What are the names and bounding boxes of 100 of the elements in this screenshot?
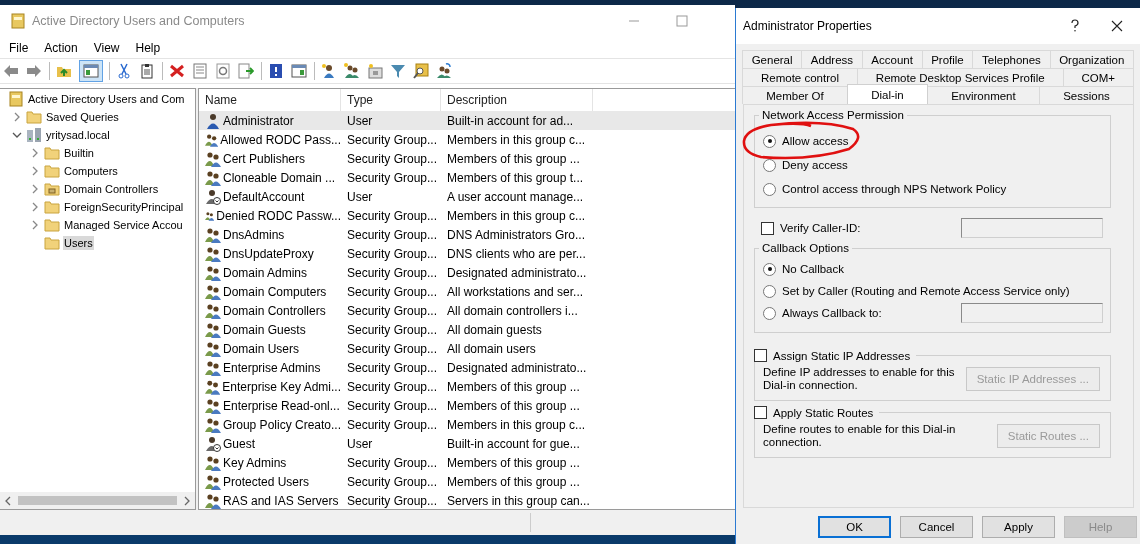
option-label[interactable]: Deny access	[782, 159, 848, 171]
option-label[interactable]: Set by Caller (Routing and Remote Access Service only)	[782, 285, 1070, 297]
description-text: All domain guests	[446, 322, 543, 337]
menu-item[interactable]: Action	[36, 38, 86, 57]
tree-item[interactable]: ForeignSecurityPrincipal	[63, 200, 185, 214]
group-title: Callback Options	[761, 242, 850, 254]
maximize-icon[interactable]	[676, 15, 688, 27]
table-row[interactable]: DnsAdmins Security Group... DNS Administrators Gro...	[199, 225, 735, 244]
panel-icon[interactable]	[291, 63, 308, 79]
arrow-left-icon[interactable]	[3, 63, 20, 79]
tree-item[interactable]: yritysad.local	[45, 128, 111, 142]
table-row[interactable]: Domain Computers Security Group... All workstations and ser...	[199, 282, 735, 301]
dialog-title: Administrator Properties	[743, 19, 872, 33]
type-text: Security Group...	[346, 322, 439, 337]
table-row[interactable]: Allowed RODC Pass... Security Group... Members in this group c...	[199, 130, 735, 149]
scissors-icon[interactable]	[116, 63, 133, 79]
type-text: Security Group...	[346, 360, 439, 375]
document-icon[interactable]	[192, 63, 209, 79]
type-text: Security Group...	[346, 208, 439, 223]
description-text: Designated administrato...	[446, 265, 588, 280]
tree-item[interactable]: Active Directory Users and Com	[27, 92, 186, 106]
tab[interactable]: Telephones	[972, 50, 1051, 68]
tree-item[interactable]: Computers	[63, 164, 119, 178]
table-row[interactable]: Protected Users Security Group... Members of this group ...	[199, 472, 735, 491]
tab[interactable]: General	[742, 50, 803, 68]
folder-icon	[44, 163, 60, 179]
scroll-right-icon[interactable]	[183, 495, 191, 506]
filter-icon[interactable]	[390, 63, 407, 79]
table-row[interactable]: Denied RODC Passw... Security Group... Members in this group c...	[199, 206, 735, 225]
checkbox-label[interactable]: Assign Static IP Addresses	[773, 349, 911, 362]
table-row[interactable]: Domain Admins Security Group... Designated administrato...	[199, 263, 735, 282]
clipboard-icon[interactable]	[139, 63, 156, 79]
table-row[interactable]: Enterprise Read-onl... Security Group... Members of this group ...	[199, 396, 735, 415]
option-label[interactable]: No Callback	[782, 263, 844, 275]
find-icon[interactable]	[413, 63, 430, 79]
help-book-icon[interactable]	[268, 63, 285, 79]
radio-button[interactable]	[763, 134, 776, 148]
table-row[interactable]: Group Policy Creato... Security Group... Members in this group c...	[199, 415, 735, 434]
table-row[interactable]: DnsUpdateProxy Security Group... DNS clients who are per...	[199, 244, 735, 263]
tree-item[interactable]: Builtin	[63, 146, 95, 160]
name-text: Allowed RODC Pass...	[220, 132, 341, 147]
arrow-right-icon[interactable]	[26, 63, 43, 79]
radio-button[interactable]	[763, 284, 776, 298]
group-icon	[205, 340, 221, 357]
table-row[interactable]: Cloneable Domain ... Security Group... Members of this group t...	[199, 168, 735, 187]
tree-item[interactable]: Domain Controllers	[63, 182, 160, 196]
tree-item[interactable]: Managed Service Accou	[63, 218, 184, 232]
table-row[interactable]: RAS and IAS Servers Security Group... Servers in this group can...	[199, 491, 735, 509]
menu-item[interactable]: File	[1, 38, 37, 57]
radio-button[interactable]	[763, 262, 776, 276]
group-icon	[205, 245, 221, 262]
name-text: Cloneable Domain ...	[223, 170, 336, 185]
dialog-button[interactable]: OK	[818, 516, 891, 538]
description-text: All domain users	[446, 341, 537, 356]
table-row[interactable]: Enterprise Key Admi... Security Group... Members of this group ...	[199, 377, 735, 396]
checkbox[interactable]	[754, 349, 767, 362]
table-row[interactable]: DefaultAccount User A user account manage...	[199, 187, 735, 206]
close-icon[interactable]	[1111, 20, 1123, 32]
dialog-button[interactable]: Cancel	[900, 516, 973, 538]
delete-icon[interactable]	[169, 63, 186, 79]
table-row[interactable]: Domain Controllers Security Group... All domain controllers i...	[199, 301, 735, 320]
tab[interactable]: Dial-in	[846, 84, 928, 104]
refresh-icon[interactable]	[215, 63, 232, 79]
table-row[interactable]: Enterprise Admins Security Group... Designated administrato...	[199, 358, 735, 377]
new-group-icon[interactable]	[344, 63, 361, 79]
table-row[interactable]: Cert Publishers Security Group... Members of this group ...	[199, 149, 735, 168]
tab[interactable]: Sessions	[1038, 86, 1135, 104]
horizontal-scrollbar[interactable]	[0, 492, 195, 509]
checkbox[interactable]	[754, 406, 767, 419]
export-icon[interactable]	[238, 63, 255, 79]
menu-item[interactable]: Help	[127, 38, 169, 57]
table-row[interactable]: Domain Guests Security Group... All domain guests	[199, 320, 735, 339]
table-row[interactable]: Guest User Built-in account for gue...	[199, 434, 735, 453]
checkbox-label[interactable]: Verify Caller-ID:	[780, 222, 861, 234]
tab[interactable]: COM+	[1062, 68, 1134, 86]
checkbox-label[interactable]: Apply Static Routes	[773, 406, 874, 419]
callback-number-field[interactable]	[961, 303, 1103, 323]
table-row[interactable]: Key Admins Security Group... Members of this group ...	[199, 453, 735, 472]
caller-id-field[interactable]	[961, 218, 1103, 238]
menu-item[interactable]: View	[85, 38, 128, 57]
dialog-button[interactable]: Apply	[982, 516, 1055, 538]
help-icon[interactable]	[1070, 19, 1080, 33]
tree-item[interactable]: Saved Queries	[45, 110, 120, 124]
new-ou-icon[interactable]	[367, 63, 384, 79]
description-text: Members of this group ...	[446, 474, 581, 489]
checkbox[interactable]	[761, 221, 774, 235]
scroll-left-icon[interactable]	[4, 495, 12, 506]
table-row[interactable]: Administrator User Built-in account for ad...	[199, 111, 735, 130]
radio-button[interactable]	[763, 182, 776, 196]
tree-toggle-button[interactable]	[79, 60, 103, 82]
option-label[interactable]: Allow access	[782, 135, 849, 147]
table-row[interactable]: Domain Users Security Group... All domain users	[199, 339, 735, 358]
name-text: Enterprise Read-onl...	[223, 398, 340, 413]
type-text: Security Group...	[346, 151, 439, 166]
tree-item[interactable]: Users	[63, 236, 94, 250]
radio-button[interactable]	[763, 306, 776, 320]
option-label[interactable]: Always Callback to:	[782, 307, 882, 319]
option-label[interactable]: Control access through NPS Network Policy	[782, 183, 1007, 195]
tab[interactable]: Organization	[1049, 50, 1134, 68]
add-to-group-icon[interactable]	[436, 63, 453, 79]
